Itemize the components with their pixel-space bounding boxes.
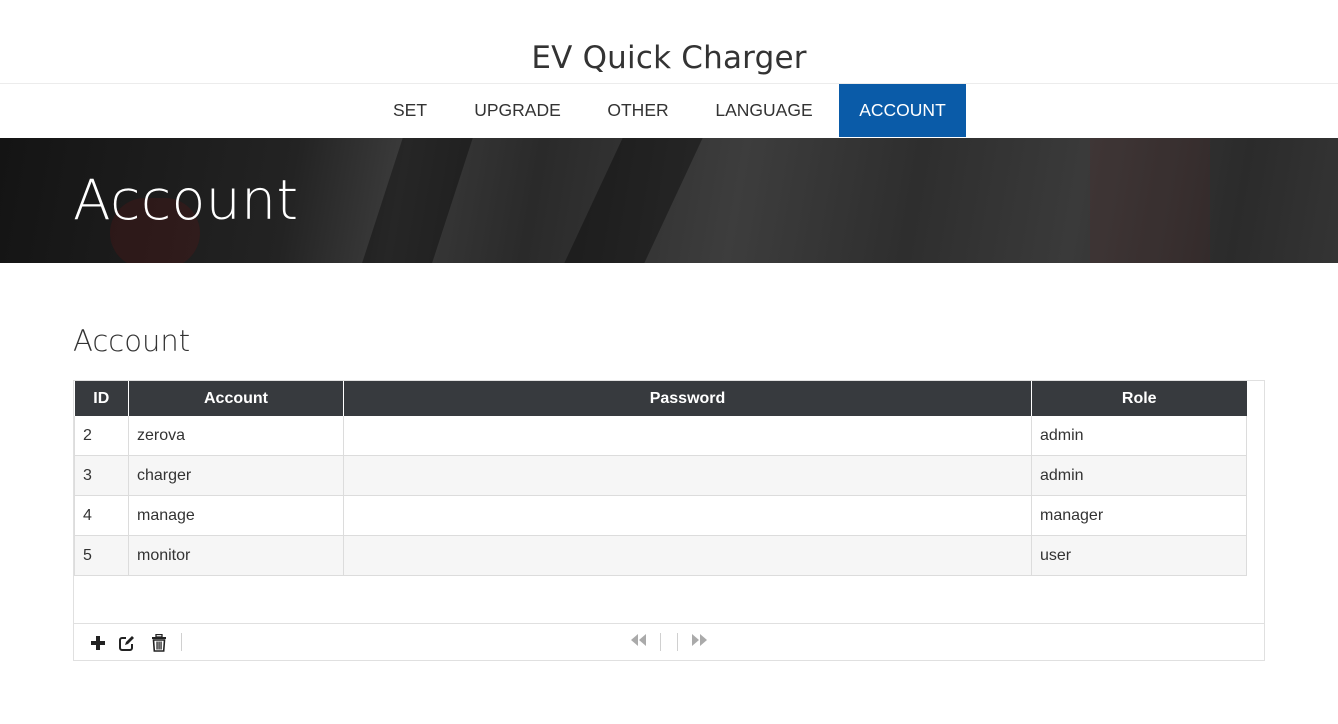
account-grid: ID Account Password Role 2 zerova admin … <box>73 380 1265 661</box>
cell-account: zerova <box>128 416 344 456</box>
cell-id: 4 <box>74 495 129 536</box>
edit-row-button[interactable] <box>119 631 135 653</box>
cell-password <box>343 455 1032 496</box>
column-header-role[interactable]: Role <box>1031 381 1247 416</box>
cell-id: 2 <box>74 416 129 456</box>
column-header-password[interactable]: Password <box>343 381 1032 416</box>
plus-icon <box>91 635 105 650</box>
delete-row-button[interactable] <box>151 631 167 653</box>
page-title: Account <box>73 324 191 358</box>
site-header: EV Quick Charger <box>0 0 1338 84</box>
table-header-row: ID Account Password Role <box>74 381 1247 416</box>
banner-title: Account <box>73 168 299 232</box>
account-table: ID Account Password Role 2 zerova admin … <box>74 381 1247 576</box>
cell-account: manage <box>128 495 344 536</box>
last-page-button[interactable] <box>690 633 708 650</box>
cell-password <box>343 416 1032 456</box>
main-nav: SET UPGRADE OTHER LANGUAGE ACCOUNT <box>0 84 1338 138</box>
edit-icon <box>119 635 134 651</box>
cell-password <box>343 535 1032 576</box>
first-page-icon <box>631 634 646 646</box>
nav-item-account[interactable]: ACCOUNT <box>839 84 966 137</box>
cell-role: admin <box>1031 416 1247 456</box>
cell-account: monitor <box>128 535 344 576</box>
cell-id: 3 <box>74 455 129 496</box>
pager-separator <box>677 633 678 651</box>
page-banner: Account <box>0 138 1338 263</box>
trash-icon <box>152 633 166 652</box>
nav-item-upgrade[interactable]: UPGRADE <box>460 84 575 137</box>
pager-separator <box>660 633 661 651</box>
add-row-button[interactable] <box>90 631 106 653</box>
grid-pager <box>74 623 1264 660</box>
last-page-icon <box>692 634 707 646</box>
column-header-id[interactable]: ID <box>74 381 129 416</box>
cell-role: user <box>1031 535 1247 576</box>
first-page-button[interactable] <box>630 633 648 650</box>
site-title: EV Quick Charger <box>531 40 807 76</box>
cell-role: manager <box>1031 495 1247 536</box>
cell-password <box>343 495 1032 536</box>
pager-separator <box>181 633 182 651</box>
table-row[interactable]: 5 monitor user <box>74 535 1247 576</box>
nav-item-other[interactable]: OTHER <box>595 84 681 137</box>
table-row[interactable]: 2 zerova admin <box>74 416 1247 456</box>
cell-role: admin <box>1031 455 1247 496</box>
column-header-account[interactable]: Account <box>128 381 344 416</box>
cell-account: charger <box>128 455 344 496</box>
nav-item-language[interactable]: LANGUAGE <box>702 84 826 137</box>
table-row[interactable]: 3 charger admin <box>74 455 1247 496</box>
nav-item-set[interactable]: SET <box>380 84 440 137</box>
table-row[interactable]: 4 manage manager <box>74 495 1247 536</box>
cell-id: 5 <box>74 535 129 576</box>
